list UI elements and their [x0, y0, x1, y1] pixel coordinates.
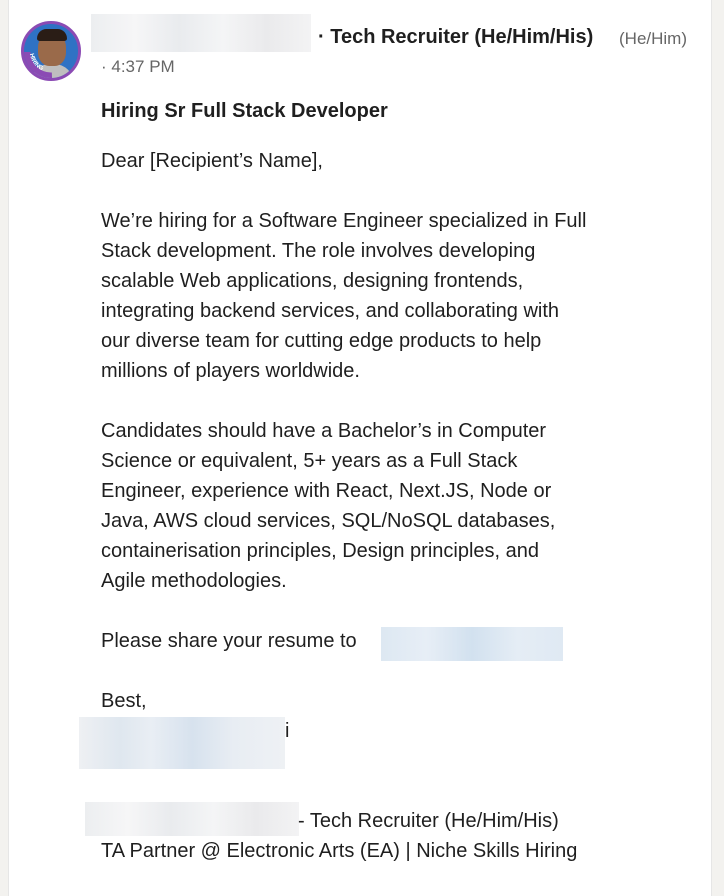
body-line: Java, AWS cloud services, SQL/NoSQL data…	[101, 510, 556, 532]
body-line: scalable Web applications, designing fro…	[101, 270, 524, 292]
sender-name-redacted	[91, 14, 311, 52]
sender-title[interactable]: · Tech Recruiter (He/Him/His)	[318, 26, 593, 49]
signature-name-redacted	[79, 717, 285, 769]
body-line: millions of players worldwide.	[101, 360, 360, 382]
signature-company: TA Partner @ Electronic Arts (EA) | Nich…	[101, 840, 578, 862]
message-card: HIRING · Tech Recruiter (He/Him/His) (He…	[8, 0, 712, 896]
message-timestamp: · 4:37 PM	[101, 57, 175, 76]
sender-avatar[interactable]: HIRING	[21, 21, 81, 81]
closing-line: Best,	[101, 690, 147, 712]
resume-request-line: Please share your resume to	[101, 630, 357, 652]
body-line: Stack development. The role involves dev…	[101, 240, 536, 262]
body-line: Dear [Recipient’s Name],	[101, 150, 323, 172]
body-line: Science or equivalent, 5+ years as a Ful…	[101, 450, 518, 472]
signature-name-tail: i	[285, 720, 290, 742]
body-line: integrating backend services, and collab…	[101, 300, 560, 322]
body-line: Engineer, experience with React, Next.JS…	[101, 480, 552, 502]
signature-title: - Tech Recruiter (He/Him/His)	[298, 810, 559, 832]
body-line: We’re hiring for a Software Engineer spe…	[101, 210, 587, 232]
sender-pronouns: (He/Him)	[619, 29, 687, 48]
body-line: Agile methodologies.	[101, 570, 287, 592]
body-line: our diverse team for cutting edge produc…	[101, 330, 542, 352]
body-line: Candidates should have a Bachelor’s in C…	[101, 420, 547, 442]
body-line: containerisation principles, Design prin…	[101, 540, 540, 562]
message-subject: Hiring Sr Full Stack Developer	[101, 100, 388, 122]
email-address-redacted[interactable]	[381, 627, 563, 661]
signature-name2-redacted	[85, 802, 299, 836]
hiring-badge-icon: HIRING	[24, 51, 53, 78]
